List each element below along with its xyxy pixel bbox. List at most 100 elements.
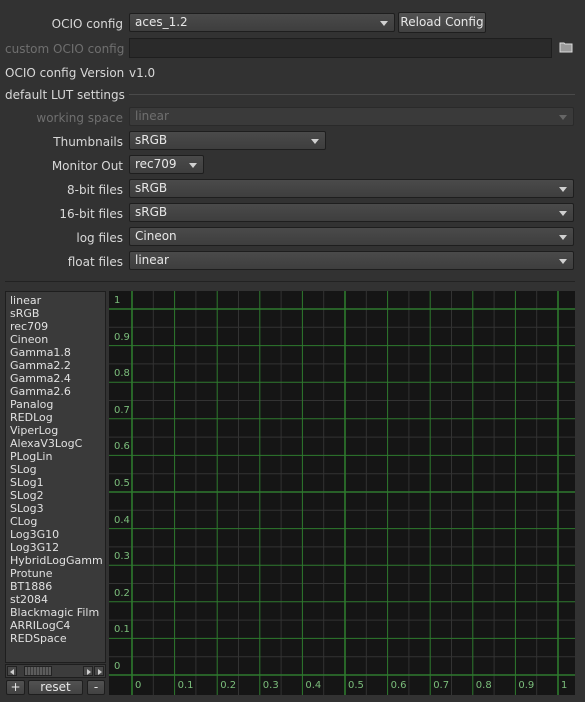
lut-list-item[interactable]: SLog (6, 463, 105, 476)
x-tick-label: 0.7 (433, 680, 450, 691)
8bit-files-dropdown[interactable]: sRGB (129, 179, 574, 198)
ocio-version-label: OCIO config Version (5, 66, 125, 80)
lut-list-item[interactable]: Gamma2.4 (6, 372, 105, 385)
scrollbar-thumb[interactable] (24, 666, 52, 676)
y-tick-label: 0.9 (114, 331, 130, 343)
log-files-label: log files (76, 231, 123, 245)
16bit-files-value: sRGB (135, 205, 168, 219)
x-tick-label: 0 (135, 680, 142, 691)
working-space-value: linear (135, 109, 169, 123)
lut-list[interactable]: linear sRGB rec709 Cineon Gamma1.8 Gamma2.2 Ga… (5, 291, 106, 663)
8bit-files-label: 8-bit files (67, 183, 123, 197)
lut-list-item[interactable]: REDLog (6, 411, 105, 424)
y-tick-label: 0.8 (114, 368, 130, 380)
lut-list-item[interactable]: PLogLin (6, 450, 105, 463)
lut-list-item[interactable]: REDSpace (6, 632, 105, 645)
lut-curve-graph[interactable]: 1 0.9 0.8 0.7 0.6 0.5 0.4 0.3 0.2 0.1 0 0 0.1 0.2 0.3 0… (109, 291, 575, 695)
panel-divider (5, 281, 575, 282)
working-space-dropdown: linear (129, 107, 574, 126)
custom-ocio-config-field[interactable] (129, 38, 552, 58)
8bit-files-value: sRGB (135, 181, 168, 195)
scroll-right-end-button[interactable] (94, 666, 104, 676)
x-tick-label: 0.2 (220, 680, 237, 691)
lut-list-item[interactable]: HybridLogGamm (6, 554, 105, 567)
y-tick-label: 0.2 (114, 587, 130, 599)
lut-list-item[interactable]: Panalog (6, 398, 105, 411)
ocio-version-value: v1.0 (129, 66, 156, 80)
chevron-down-icon (559, 211, 567, 216)
chevron-down-icon (559, 235, 567, 240)
graph-grid (109, 291, 575, 695)
lut-list-item[interactable]: rec709 (6, 320, 105, 333)
reset-lut-button[interactable]: reset (28, 680, 83, 695)
ocio-config-label: OCIO config (51, 17, 123, 31)
monitor-out-label: Monitor Out (51, 159, 123, 173)
x-tick-label: 0.3 (262, 680, 279, 691)
lut-list-item[interactable]: Gamma2.6 (6, 385, 105, 398)
y-tick-label: 0.6 (114, 441, 130, 453)
x-tick-label: 0.9 (518, 680, 535, 691)
lut-list-item[interactable]: sRGB (6, 307, 105, 320)
add-lut-button[interactable]: + (6, 680, 25, 695)
x-tick-label: 0.6 (390, 680, 407, 691)
y-tick-label: 0.5 (114, 478, 130, 489)
x-tick-label: 0.5 (348, 680, 364, 691)
lut-list-item[interactable]: SLog2 (6, 489, 105, 502)
chevron-down-icon (189, 163, 197, 168)
lut-list-item[interactable]: SLog1 (6, 476, 105, 489)
lut-list-item[interactable]: Cineon (6, 333, 105, 346)
chevron-down-icon (559, 187, 567, 192)
lut-list-item[interactable]: BT1886 (6, 580, 105, 593)
lut-list-item[interactable]: Gamma2.2 (6, 359, 105, 372)
log-files-dropdown[interactable]: Cineon (129, 227, 574, 246)
y-tick-label: 0.7 (114, 404, 130, 416)
working-space-label: working space (36, 111, 123, 125)
16bit-files-label: 16-bit files (59, 207, 123, 221)
x-tick-label: 1 (561, 680, 568, 691)
folder-icon[interactable] (559, 40, 573, 54)
lut-list-item[interactable]: Log3G12 (6, 541, 105, 554)
x-tick-label: 0.8 (475, 680, 492, 691)
y-tick-label: 0.3 (114, 551, 130, 563)
y-tick-label: 0.4 (114, 514, 130, 526)
remove-lut-button[interactable]: - (87, 680, 105, 695)
float-files-value: linear (135, 253, 169, 267)
chevron-left-icon (10, 669, 14, 675)
y-tick-label: 0 (114, 661, 121, 672)
lut-list-item[interactable]: linear (6, 294, 105, 307)
lut-list-item[interactable]: Protune (6, 567, 105, 580)
thumbnails-dropdown[interactable]: sRGB (129, 131, 326, 150)
ocio-config-value: aces_1.2 (135, 15, 188, 29)
x-tick-label: 0.1 (177, 680, 194, 691)
16bit-files-dropdown[interactable]: sRGB (129, 203, 574, 222)
chevron-down-icon (311, 139, 319, 144)
custom-ocio-config-label: custom OCIO config (5, 42, 125, 56)
monitor-out-value: rec709 (135, 157, 177, 171)
lut-list-item[interactable]: AlexaV3LogC (6, 437, 105, 450)
scroll-left-button[interactable] (7, 666, 17, 676)
ocio-config-dropdown[interactable]: aces_1.2 (129, 13, 395, 32)
chevron-right-icon (98, 669, 102, 675)
x-tick-label: 0.4 (305, 680, 322, 691)
lut-list-item[interactable]: CLog (6, 515, 105, 528)
lut-list-item[interactable]: Blackmagic Film (6, 606, 105, 619)
lut-list-item[interactable]: Log3G10 (6, 528, 105, 541)
y-tick-label: 1 (114, 295, 121, 306)
default-lut-settings-label: default LUT settings (5, 88, 125, 102)
float-files-dropdown[interactable]: linear (129, 251, 574, 270)
lut-list-item[interactable]: ARRILogC4 (6, 619, 105, 632)
lut-list-item[interactable]: SLog3 (6, 502, 105, 515)
thumbnails-value: sRGB (135, 133, 168, 147)
scroll-right-button[interactable] (83, 666, 93, 676)
monitor-out-dropdown[interactable]: rec709 (129, 155, 204, 174)
reload-config-button[interactable]: Reload Config (398, 12, 486, 33)
y-tick-label: 0.1 (114, 624, 130, 636)
chevron-down-icon (559, 259, 567, 264)
lut-list-item[interactable]: ViperLog (6, 424, 105, 437)
lut-list-scrollbar[interactable] (5, 664, 106, 678)
lut-list-item[interactable]: Gamma1.8 (6, 346, 105, 359)
float-files-label: float files (67, 255, 123, 269)
lut-list-item[interactable]: st2084 (6, 593, 105, 606)
log-files-value: Cineon (135, 229, 177, 243)
chevron-right-icon (87, 669, 91, 675)
